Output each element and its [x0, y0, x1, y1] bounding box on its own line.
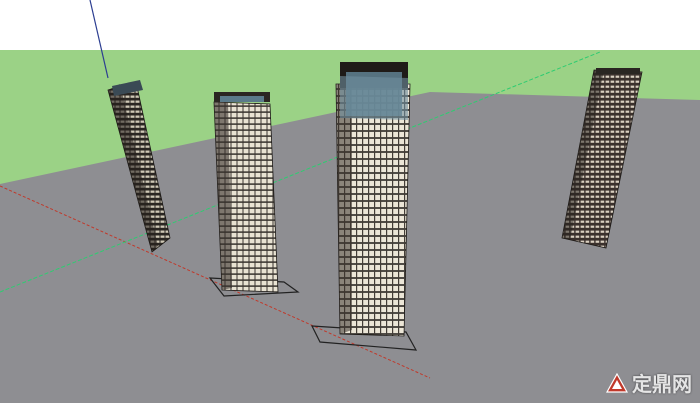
- logo-icon: [606, 372, 628, 393]
- watermark-text: 定鼎网: [632, 372, 692, 396]
- watermark: 定鼎网: [606, 368, 692, 397]
- scene-canvas: [0, 0, 700, 403]
- sky: [0, 0, 700, 50]
- 3d-model-viewport: 定鼎网: [0, 0, 700, 403]
